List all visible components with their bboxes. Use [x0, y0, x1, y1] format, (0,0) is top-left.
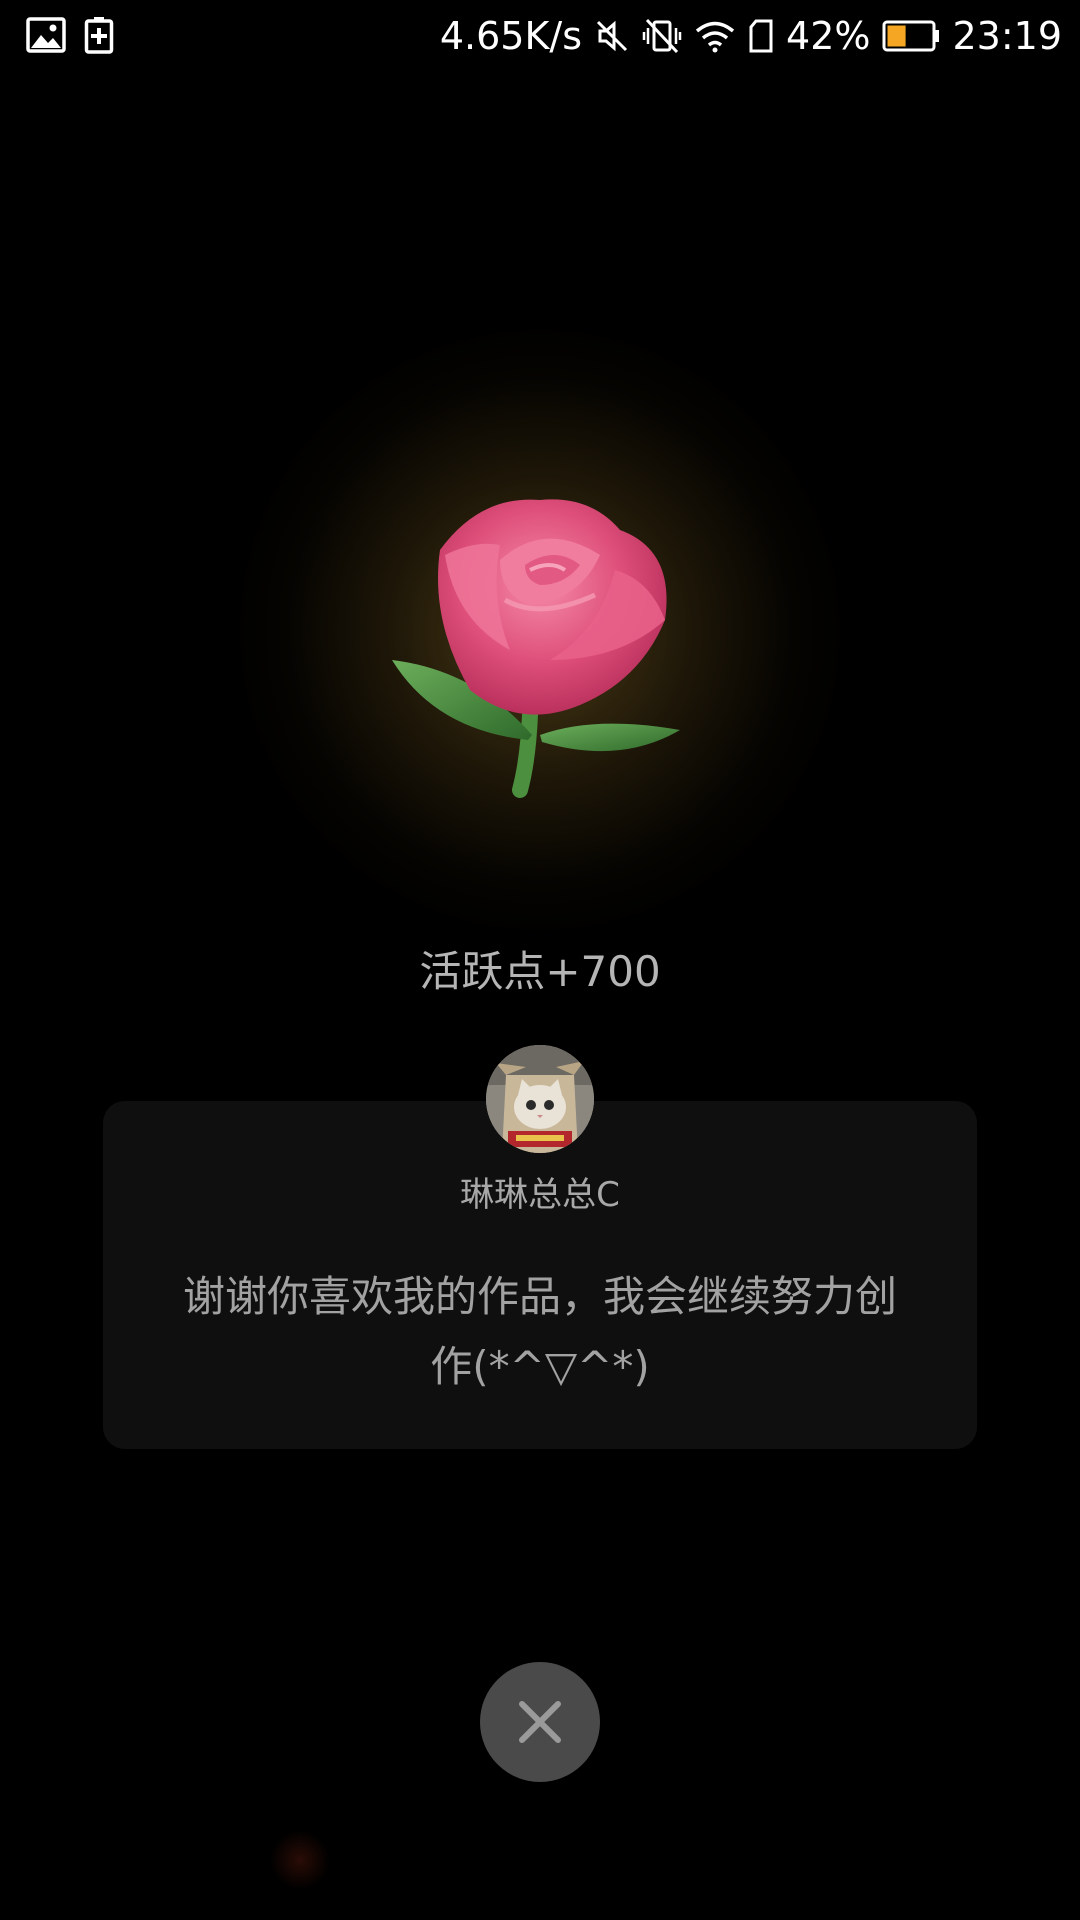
image-icon — [26, 17, 66, 53]
username: 琳琳总总C — [460, 1175, 620, 1215]
cat-avatar — [486, 1045, 594, 1153]
user-avatar[interactable] — [486, 1045, 594, 1153]
background-glimmer — [270, 1830, 330, 1890]
vibrate-off-icon — [642, 17, 682, 55]
battery-saver-icon — [84, 16, 114, 54]
clock: 23:19 — [952, 14, 1062, 58]
battery-fill — [887, 25, 907, 47]
wifi-icon — [694, 19, 736, 53]
thanks-message: 谢谢你喜欢我的作品，我会继续努力创作(*^▽^*) — [182, 1272, 897, 1391]
rose-icon — [380, 490, 710, 810]
status-bar: 4.65K/s 42% 23:19 — [0, 0, 1080, 72]
close-button[interactable] — [480, 1662, 600, 1782]
sim-icon — [748, 19, 774, 53]
network-speed: 4.65K/s — [439, 14, 583, 58]
battery-percent: 42% — [786, 14, 871, 58]
status-bar-right: 4.65K/s 42% 23:19 — [440, 10, 1062, 62]
gift-thanks-screen: 4.65K/s 42% 23:19 活跃点+700 琳琳总总C 谢谢你喜欢我的作… — [0, 0, 1080, 1920]
activity-points-label: 活跃点+700 — [419, 947, 661, 996]
close-icon — [519, 1701, 561, 1743]
battery-icon — [882, 20, 940, 52]
status-bar-left — [26, 16, 114, 54]
mute-icon — [594, 18, 630, 54]
